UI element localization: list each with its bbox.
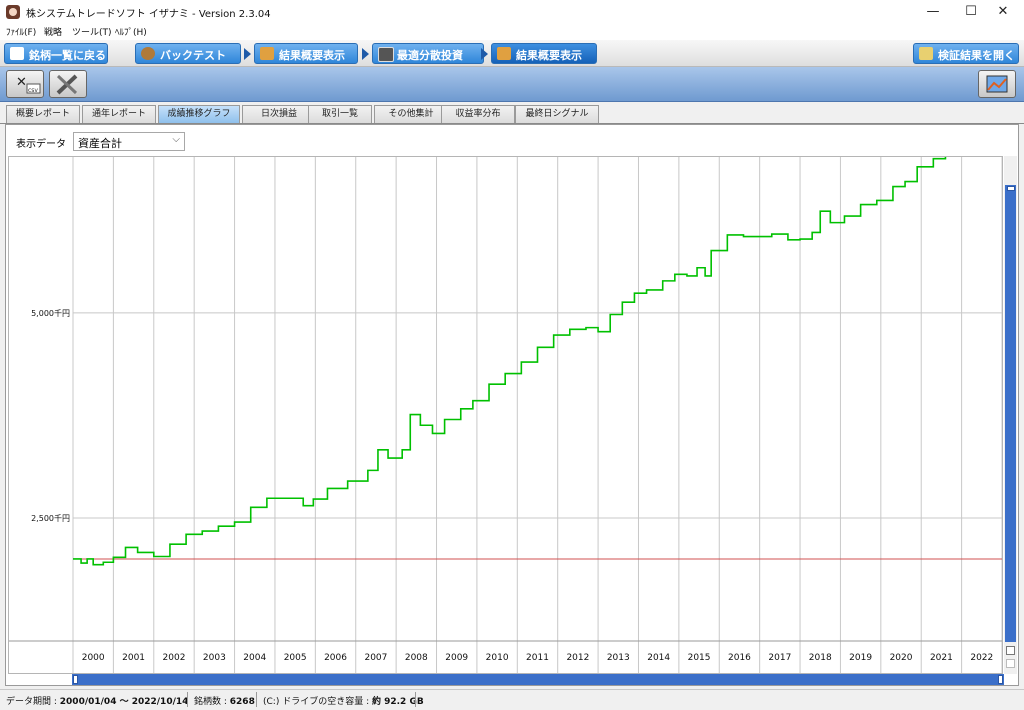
x-tick-label: 2014 — [647, 653, 670, 663]
x-tick-label: 2010 — [486, 653, 509, 663]
scroll-checkbox[interactable] — [1006, 646, 1015, 655]
x-tick-label: 2007 — [364, 653, 387, 663]
image-export-button[interactable] — [978, 70, 1016, 98]
folder-icon — [919, 47, 933, 60]
tools-button[interactable] — [49, 70, 87, 98]
tab-trade-list[interactable]: 取引一覧 — [308, 105, 372, 123]
step-arrow-icon — [362, 48, 369, 60]
x-tick-label: 2003 — [203, 653, 226, 663]
back-to-list-button[interactable]: 銘柄一覧に戻る — [4, 43, 108, 64]
eye-icon — [10, 47, 24, 60]
vertical-scrollbar[interactable] — [1004, 156, 1017, 674]
scroll-end-top — [1007, 186, 1015, 191]
tab-last-day-signal[interactable]: 最終日シグナル — [515, 105, 599, 123]
menu-bar: ﾌｧｲﾙ(F) 戦略 ツール(T) ﾍﾙﾌﾟ(H) — [0, 24, 1024, 40]
menu-strategy[interactable]: 戦略 — [44, 25, 62, 38]
svg-text:csv: csv — [28, 87, 38, 94]
scroll-end-left — [73, 675, 78, 684]
image-export-icon — [986, 75, 1008, 93]
csv-export-button[interactable]: ✕ csv — [6, 70, 44, 98]
x-tick-label: 2021 — [930, 653, 953, 663]
tab-performance-graph[interactable]: 成績推移グラフ — [158, 105, 240, 123]
scroll-end-right — [998, 675, 1003, 684]
backtest-button[interactable]: バックテスト — [135, 43, 241, 64]
x-tick-label: 2005 — [284, 653, 307, 663]
status-disk-space: (C:) ドライブの空き容量 : 約 92.2 GB — [263, 697, 424, 707]
x-tick-label: 2019 — [849, 653, 872, 663]
calculator-icon — [378, 47, 394, 62]
tab-other-stats[interactable]: その他集計 — [374, 105, 448, 123]
vertical-scroll-thumb[interactable] — [1005, 185, 1016, 642]
equity-series-line — [73, 157, 947, 566]
title-bar: 株システムトレードソフト イザナミ - Version 2.3.04 — ☐ ✕ — [0, 0, 1024, 24]
close-button[interactable]: ✕ — [980, 0, 1024, 24]
x-tick-label: 2006 — [324, 653, 347, 663]
x-tick-label: 2018 — [809, 653, 832, 663]
x-tick-label: 2000 — [82, 653, 105, 663]
equity-chart: 2000 2001 2002 2003 2004 2005 2006 2007 2008 2009… — [8, 156, 1003, 674]
summary-result-button[interactable]: 結果概要表示 — [491, 43, 597, 64]
menu-help[interactable]: ﾍﾙﾌﾟ(H) — [115, 25, 147, 38]
display-data-label: 表示データ — [16, 139, 66, 150]
step-arrow-icon — [244, 48, 251, 60]
toolbar: ✕ csv — [0, 67, 1024, 102]
tab-summary-report[interactable]: 概要レポート — [6, 105, 80, 123]
x-tick-label: 2020 — [890, 653, 913, 663]
app-icon — [6, 5, 20, 19]
tools-icon — [56, 74, 78, 95]
tab-return-distribution[interactable]: 収益率分布 — [441, 105, 515, 123]
window-title: 株システムトレードソフト イザナミ - Version 2.3.04 — [26, 9, 271, 20]
coins-icon — [260, 47, 274, 60]
report-tabs: 概要レポート 通年レポート 成績推移グラフ 日次損益 取引一覧 その他集計 収益… — [0, 103, 1024, 124]
nav-bar: 銘柄一覧に戻る バックテスト 結果概要表示 最適分散投資 結果概要表示 検証結果… — [0, 40, 1024, 67]
x-tick-label: 2002 — [163, 653, 186, 663]
status-bar: データ期間 : 2000/01/04 〜 2022/10/14 銘柄数 : 62… — [0, 689, 1024, 710]
tab-daily-pnl[interactable]: 日次損益 — [242, 105, 316, 123]
x-tick-label: 2013 — [607, 653, 630, 663]
menu-tools[interactable]: ツール(T) — [72, 25, 112, 38]
menu-file[interactable]: ﾌｧｲﾙ(F) — [6, 25, 36, 38]
graph-panel: 表示データ 資産合計 ⌵ 2000 2001 2002 2003 2004 2005 200… — [5, 124, 1019, 686]
x-tick-label: 2022 — [970, 653, 993, 663]
status-separator — [415, 692, 416, 707]
x-tick-label: 2008 — [405, 653, 428, 663]
y-tick-label: 5,000千円 — [31, 308, 70, 318]
equity-chart-svg: 2000 2001 2002 2003 2004 2005 2006 2007 2008 2009… — [9, 157, 1002, 673]
x-tick-label: 2004 — [243, 653, 266, 663]
x-tick-label: 2001 — [122, 653, 145, 663]
display-data-select[interactable]: 資産合計 ⌵ — [73, 132, 185, 151]
svg-text:✕: ✕ — [16, 75, 27, 90]
status-separator — [256, 692, 257, 707]
summary-button[interactable]: 結果概要表示 — [254, 43, 358, 64]
x-tick-label: 2012 — [566, 653, 589, 663]
open-results-button[interactable]: 検証結果を開く — [913, 43, 1019, 64]
optimal-diversification-button[interactable]: 最適分散投資 — [372, 43, 484, 64]
tab-annual-report[interactable]: 通年レポート — [82, 105, 156, 123]
step-arrow-icon — [481, 48, 488, 60]
x-tick-label: 2009 — [445, 653, 468, 663]
horizontal-scrollbar[interactable] — [72, 674, 1004, 685]
x-tick-label: 2017 — [768, 653, 791, 663]
status-separator — [187, 692, 188, 707]
chevron-down-icon: ⌵ — [172, 134, 180, 145]
x-tick-label: 2015 — [688, 653, 711, 663]
x-tick-label: 2011 — [526, 653, 549, 663]
chart-coins-icon — [497, 47, 511, 60]
horizontal-scroll-thumb[interactable] — [72, 674, 1004, 685]
status-stock-count: 銘柄数 : 6268 — [194, 697, 255, 707]
y-tick-label: 2,500千円 — [31, 513, 70, 523]
scroll-checkbox[interactable] — [1006, 659, 1015, 668]
x-tick-label: 2016 — [728, 653, 751, 663]
status-period: データ期間 : 2000/01/04 〜 2022/10/14 — [6, 697, 189, 707]
money-bag-icon — [141, 47, 155, 60]
excel-csv-icon: ✕ csv — [16, 75, 41, 94]
